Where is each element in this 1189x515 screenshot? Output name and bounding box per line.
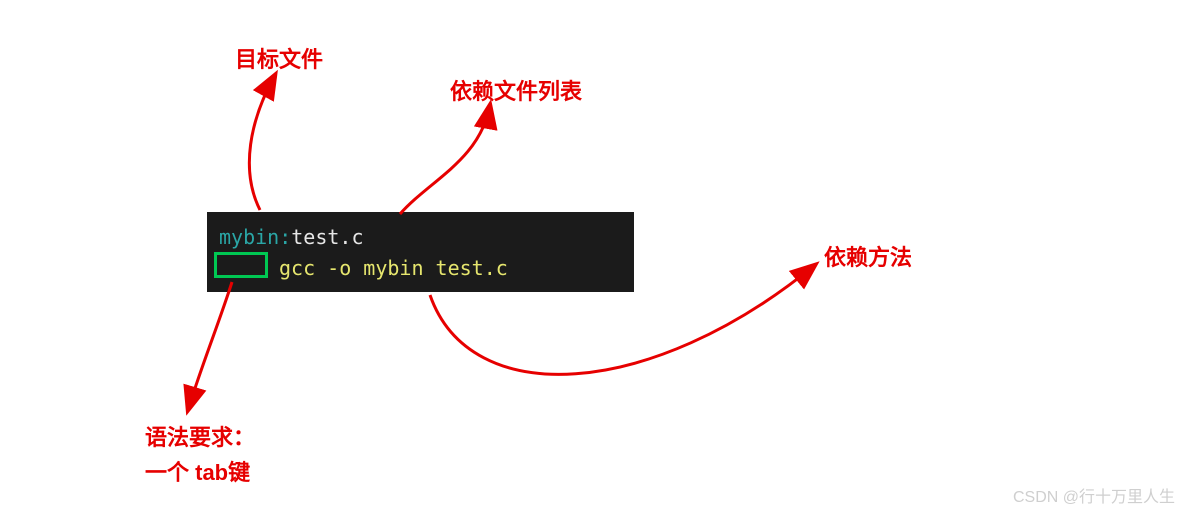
arrow-dep-list bbox=[400, 105, 490, 214]
label-dep-method: 依赖方法 bbox=[824, 240, 912, 272]
code-deps: test.c bbox=[291, 225, 363, 249]
arrow-target-file bbox=[249, 75, 275, 210]
code-separator: : bbox=[279, 225, 291, 249]
label-dep-list: 依赖文件列表 bbox=[450, 74, 582, 106]
label-syntax-line2: 一个 tab键 bbox=[145, 455, 250, 487]
code-block: mybin:test.c gcc -o mybin test.c bbox=[207, 212, 634, 292]
label-target-file: 目标文件 bbox=[235, 42, 323, 74]
code-target: mybin bbox=[219, 225, 279, 249]
watermark: CSDN @行十万里人生 bbox=[1013, 483, 1175, 507]
code-command: gcc -o mybin test.c bbox=[279, 256, 508, 280]
code-line-1: mybin:test.c bbox=[219, 222, 622, 253]
label-syntax-line1: 语法要求： bbox=[145, 420, 255, 452]
tab-indicator bbox=[214, 252, 268, 278]
arrow-syntax bbox=[188, 282, 232, 410]
code-line-2: gcc -o mybin test.c bbox=[219, 253, 622, 284]
